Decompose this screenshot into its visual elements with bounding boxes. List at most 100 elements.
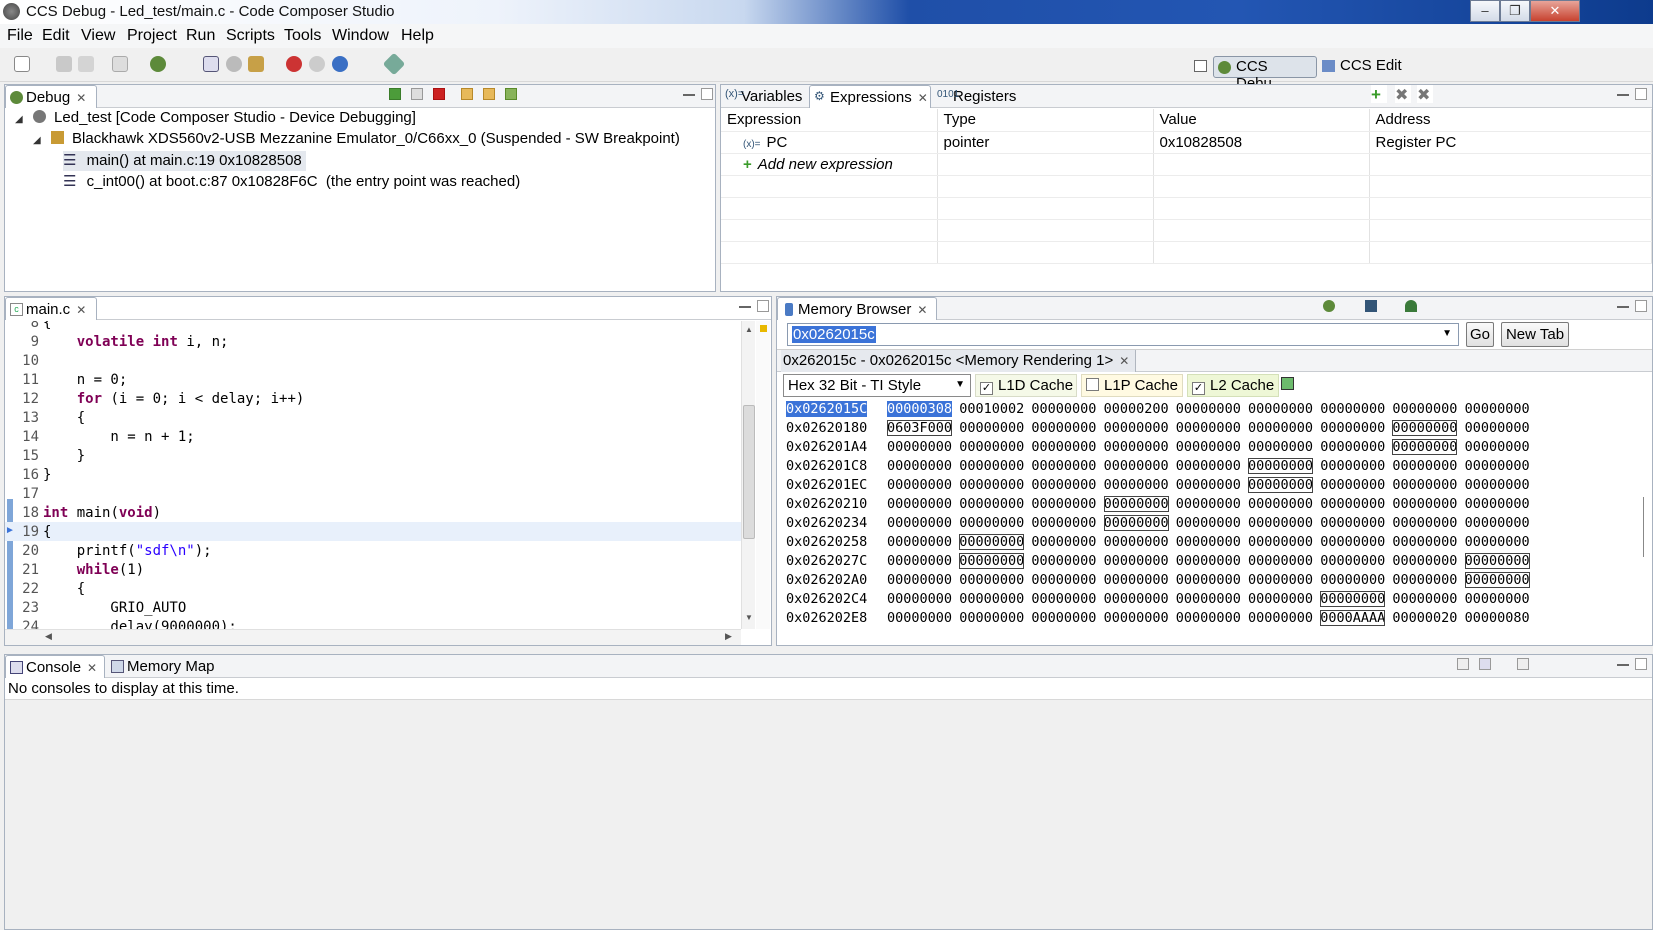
memory-value[interactable]: 00000000 (1031, 477, 1096, 493)
memory-value[interactable]: 00000000 (1464, 572, 1530, 588)
debug-session-item[interactable]: ◢ Led_test [Code Composer Studio - Devic… (15, 109, 416, 130)
new-icon[interactable] (14, 56, 30, 72)
memory-value[interactable]: 00000000 (1031, 439, 1096, 455)
menu-scripts[interactable]: Scripts (226, 27, 275, 45)
memory-value[interactable]: 00000000 (1176, 477, 1241, 493)
memory-value[interactable]: 0603F000 (887, 420, 953, 436)
minimize-button[interactable]: – (1470, 0, 1500, 22)
memory-value[interactable]: 00000000 (1320, 458, 1385, 474)
memory-value[interactable]: 00000000 (1320, 534, 1385, 550)
perspective-ccs-edit[interactable]: CCS Edit (1318, 56, 1408, 78)
add-expression-row[interactable]: + Add new expression (721, 153, 1652, 176)
save-icon[interactable] (56, 56, 72, 72)
l2-cache-checkbox[interactable]: ✓ (1192, 382, 1205, 395)
ruler-marker[interactable] (760, 325, 767, 332)
remove-all-icon[interactable]: ✖ (1417, 85, 1433, 104)
minimize-view-icon[interactable] (1617, 88, 1629, 96)
memory-value[interactable]: 00000000 (1031, 610, 1096, 626)
memory-value[interactable]: 00000000 (887, 610, 952, 626)
refresh-memory-icon[interactable] (1323, 300, 1335, 312)
memory-value[interactable]: 00000000 (1392, 439, 1458, 455)
memory-value[interactable]: 00000200 (1104, 401, 1169, 417)
memory-value[interactable]: 00000000 (1392, 591, 1457, 607)
terminate-icon[interactable] (433, 88, 445, 100)
l1p-cache-checkbox[interactable] (1086, 378, 1099, 391)
memory-value[interactable]: 00000000 (1465, 591, 1530, 607)
memory-value[interactable]: 00000000 (1248, 458, 1314, 474)
menu-file[interactable]: File (7, 27, 33, 45)
memory-value[interactable]: 00000000 (1248, 591, 1313, 607)
menu-window[interactable]: Window (332, 27, 389, 45)
tab-debug[interactable]: Debug ✕ (5, 85, 97, 108)
perspective-ccs-debug[interactable]: CCS Debu... (1213, 56, 1317, 92)
memory-value[interactable]: 00000000 (1320, 553, 1385, 569)
memory-value[interactable]: 00000000 (1248, 439, 1313, 455)
external-tools-icon[interactable] (382, 52, 406, 76)
breakpoint-icon[interactable] (286, 56, 302, 72)
l1d-cache-checkbox[interactable]: ✓ (980, 382, 993, 395)
tab-registers[interactable]: 0101 Registers (933, 85, 1033, 108)
memory-value[interactable]: 00000000 (1465, 458, 1530, 474)
memory-value[interactable]: 00000000 (1031, 515, 1096, 531)
memory-value[interactable]: 00000000 (1176, 610, 1241, 626)
code-area[interactable]: ► 8{9 volatile int i, n; 10 11 n = 0; 12 fo… (5, 321, 741, 629)
close-icon[interactable]: ✕ (918, 91, 928, 105)
resume-icon[interactable] (389, 88, 401, 100)
code-line[interactable]: 15 } (5, 448, 741, 467)
save-memory-icon[interactable] (1365, 300, 1377, 312)
memory-value[interactable]: 00010002 (959, 401, 1024, 417)
scroll-right-icon[interactable]: ▶ (725, 631, 732, 642)
memory-value[interactable]: 00000000 (959, 572, 1024, 588)
memory-value[interactable]: 00000000 (887, 553, 952, 569)
menu-run[interactable]: Run (186, 27, 215, 45)
memory-value[interactable]: 00000080 (1465, 610, 1530, 626)
table-row[interactable]: (x)= PC pointer 0x10828508 Register PC (721, 131, 1652, 154)
tab-memory-browser[interactable]: Memory Browser ✕ (777, 297, 937, 320)
scroll-down-icon[interactable]: ▼ (745, 613, 753, 622)
close-icon[interactable]: ✕ (76, 91, 86, 105)
memory-value[interactable]: 00000000 (959, 534, 1025, 550)
memory-value[interactable]: 00000308 (887, 401, 953, 417)
column-type[interactable]: Type (937, 109, 1154, 132)
memory-value[interactable]: 00000000 (1031, 401, 1096, 417)
memory-value[interactable]: 00000000 (887, 572, 952, 588)
tab-memory-map[interactable]: Memory Map (107, 655, 223, 678)
memory-value[interactable]: 00000000 (959, 420, 1024, 436)
memory-value[interactable]: 00000000 (959, 515, 1024, 531)
memory-value[interactable]: 00000000 (1176, 401, 1241, 417)
menu-tools[interactable]: Tools (284, 27, 321, 45)
tab-console[interactable]: Console ✕ (5, 655, 105, 678)
memory-value[interactable]: 00000000 (1392, 496, 1457, 512)
column-address[interactable]: Address (1369, 109, 1652, 132)
code-line[interactable]: 16} (5, 467, 741, 486)
memory-value[interactable]: 00000000 (1248, 572, 1313, 588)
memory-value[interactable]: 00000020 (1392, 610, 1457, 626)
save-all-icon[interactable] (78, 56, 94, 72)
memory-value[interactable]: 00000000 (1176, 458, 1241, 474)
memory-value[interactable]: 00000000 (1031, 553, 1096, 569)
skip-breakpoints-icon[interactable] (309, 56, 325, 72)
code-line[interactable]: 17 (5, 486, 741, 505)
step-return-icon[interactable] (505, 88, 517, 100)
code-line[interactable]: 21 while(1) (5, 562, 741, 581)
memory-value[interactable]: 00000000 (1176, 420, 1241, 436)
code-line[interactable]: 14 n = n + 1; (5, 429, 741, 448)
close-icon[interactable]: ✕ (76, 303, 86, 317)
connect-icon[interactable] (226, 56, 242, 72)
close-icon[interactable]: ✕ (1119, 354, 1129, 368)
maximize-view-icon[interactable] (1635, 88, 1647, 100)
close-icon[interactable]: ✕ (917, 303, 927, 317)
open-perspective-button[interactable] (1190, 56, 1210, 78)
code-line[interactable]: 10 (5, 353, 741, 372)
tab-expressions[interactable]: ⚙ Expressions ✕ (809, 85, 931, 108)
code-line[interactable]: 11 n = 0; (5, 372, 741, 391)
memory-value[interactable]: 00000000 (887, 534, 952, 550)
open-console-icon[interactable] (1517, 658, 1529, 670)
memory-value[interactable]: 00000000 (1104, 610, 1169, 626)
memory-value[interactable]: 00000000 (959, 553, 1025, 569)
remove-expression-icon[interactable]: ✖ (1395, 85, 1411, 104)
code-line[interactable]: 12 for (i = 0; i < delay; i++) (5, 391, 741, 410)
memory-value[interactable]: 00000000 (959, 477, 1024, 493)
memory-value[interactable]: 00000000 (887, 458, 952, 474)
memory-value[interactable]: 00000000 (1103, 496, 1169, 512)
